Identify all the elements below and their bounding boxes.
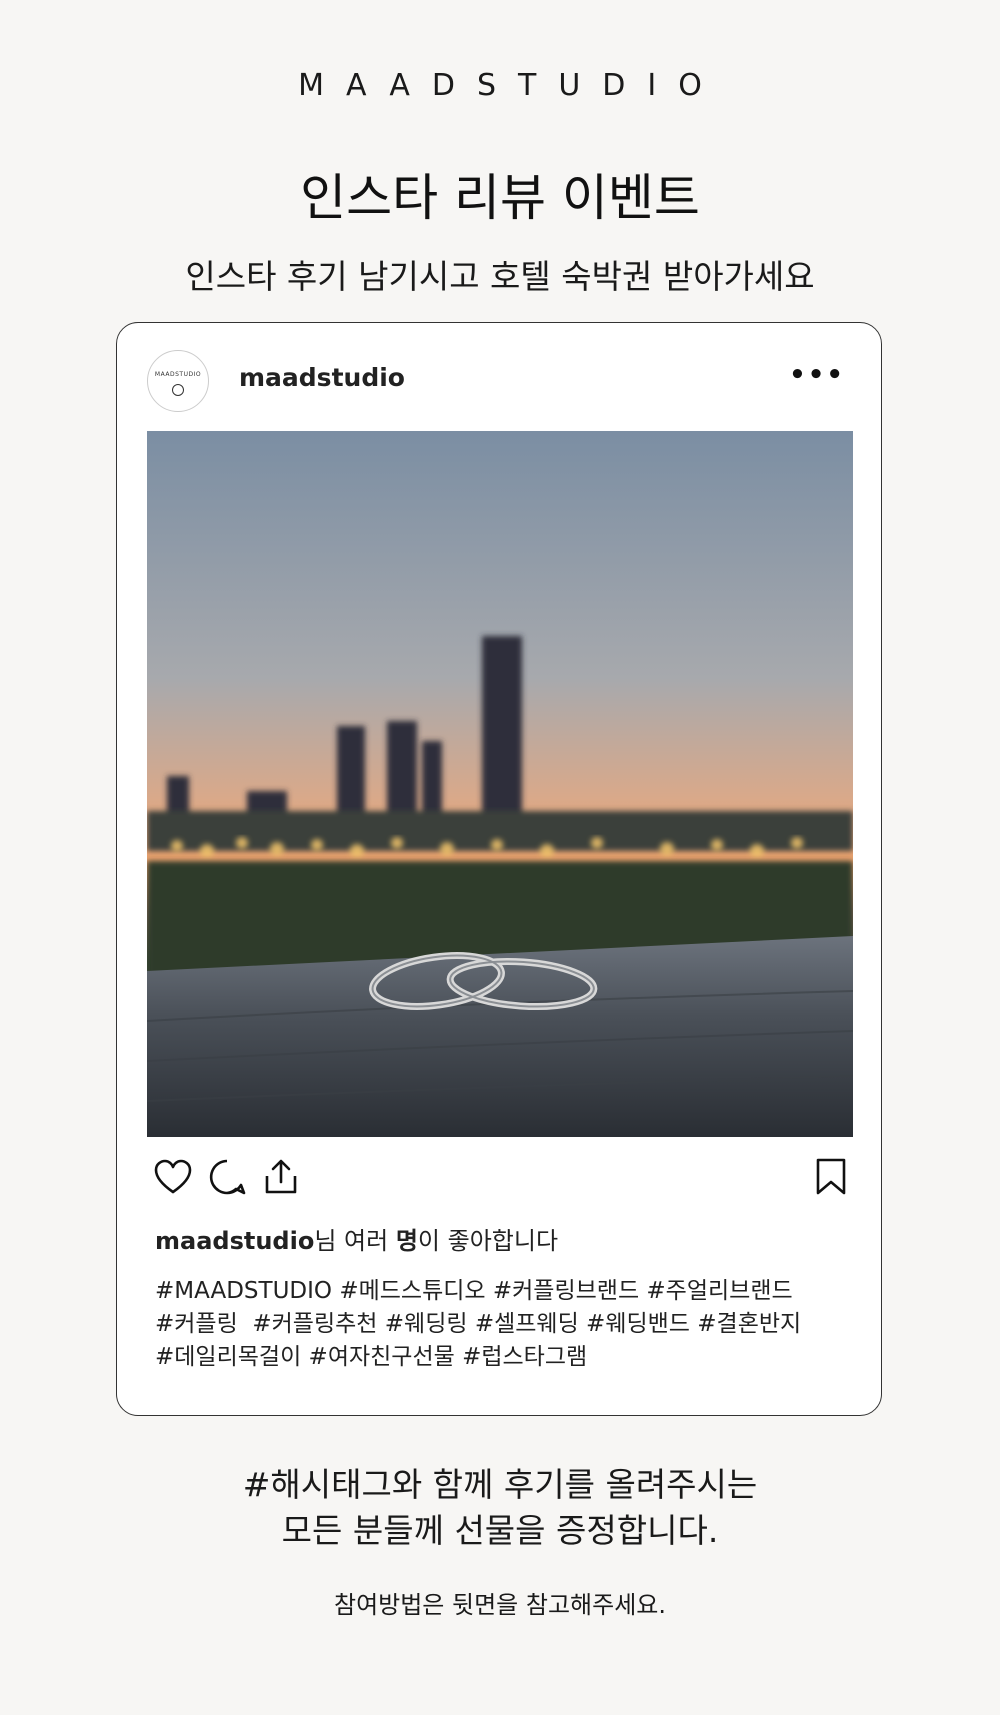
avatar[interactable]: MAADSTUDIO bbox=[147, 350, 209, 412]
bookmark-icon[interactable] bbox=[811, 1157, 851, 1197]
likes-count-word: 명 bbox=[395, 1227, 418, 1255]
hashtag-line: #커플링 #커플링추천 #웨딩링 #셀프웨딩 #웨딩밴드 #결혼반지 bbox=[155, 1311, 802, 1337]
more-icon[interactable]: ••• bbox=[789, 360, 845, 390]
likes-text: maadstudio님 여러 명이 좋아합니다 bbox=[155, 1221, 558, 1256]
likes-username[interactable]: maadstudio bbox=[155, 1227, 314, 1255]
event-description: #해시태그와 함께 후기를 올려주시는 모든 분들께 선물을 증정합니다. bbox=[0, 1462, 1000, 1554]
brand-logo: MAADSTUDIO bbox=[298, 68, 724, 103]
avatar-logo-text: MAADSTUDIO bbox=[154, 370, 202, 378]
page-subtitle: 인스타 후기 남기시고 호텔 숙박권 받아가세요 bbox=[185, 257, 815, 296]
share-icon[interactable] bbox=[261, 1157, 301, 1197]
cta-line: #해시태그와 함께 후기를 올려주시는 bbox=[242, 1465, 758, 1504]
heart-icon[interactable] bbox=[153, 1157, 193, 1197]
post-caption-hashtags: #MAADSTUDIO #메드스튜디오 #커플링브랜드 #주얼리브랜드 #커플링… bbox=[155, 1275, 855, 1374]
comment-icon[interactable] bbox=[207, 1157, 247, 1197]
cta-line: 모든 분들께 선물을 증정합니다. bbox=[281, 1511, 719, 1550]
ring-icon bbox=[172, 383, 184, 396]
post-actions bbox=[153, 1157, 301, 1197]
participation-note: 참여방법은 뒷면을 참고해주세요. bbox=[333, 1591, 666, 1619]
likes-mid: 님 여러 bbox=[314, 1227, 396, 1255]
post-photo bbox=[147, 431, 853, 1137]
hashtag-line: #MAADSTUDIO #메드스튜디오 #커플링브랜드 #주얼리브랜드 bbox=[155, 1278, 793, 1304]
instagram-post-card: MAADSTUDIO maadstudio ••• maadstudio님 여러… bbox=[116, 322, 882, 1416]
likes-end: 이 좋아합니다 bbox=[417, 1227, 559, 1255]
post-username[interactable]: maadstudio bbox=[239, 363, 405, 392]
page-title: 인스타 리뷰 이벤트 bbox=[300, 169, 700, 227]
hashtag-line: #데일리목걸이 #여자친구선물 #럽스타그램 bbox=[155, 1344, 588, 1370]
